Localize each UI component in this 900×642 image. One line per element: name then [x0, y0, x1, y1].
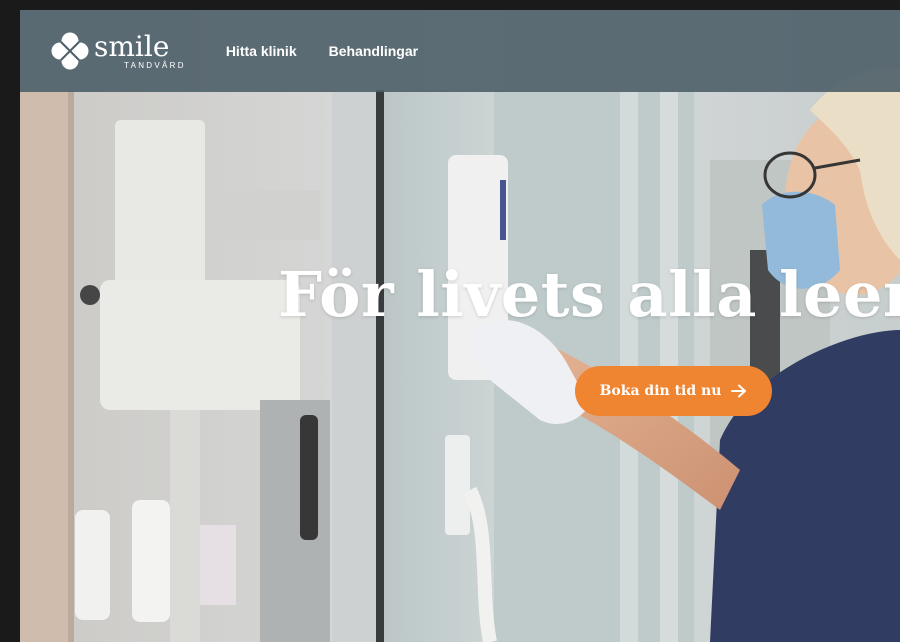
cta-label: Boka din tid nu [599, 383, 722, 399]
nav-link-behandlingar[interactable]: Behandlingar [329, 43, 418, 59]
smile-logo[interactable]: smile TANDVÅRD [50, 31, 186, 71]
logo-subtitle: TANDVÅRD [124, 60, 186, 70]
logo-wordmark: smile [94, 29, 170, 63]
book-appointment-button[interactable]: Boka din tid nu [575, 366, 772, 416]
hero-headline: För livets alla leen [278, 258, 900, 331]
nav-link-hitta-klinik[interactable]: Hitta klinik [226, 43, 297, 59]
logo-text: smile TANDVÅRD [94, 29, 186, 70]
site-header: smile TANDVÅRD Hitta klinik Behandlingar [20, 10, 900, 92]
browser-viewport: smile TANDVÅRD Hitta klinik Behandlingar… [20, 10, 900, 642]
clover-logo-icon [51, 32, 89, 70]
arrow-right-icon [731, 384, 747, 398]
